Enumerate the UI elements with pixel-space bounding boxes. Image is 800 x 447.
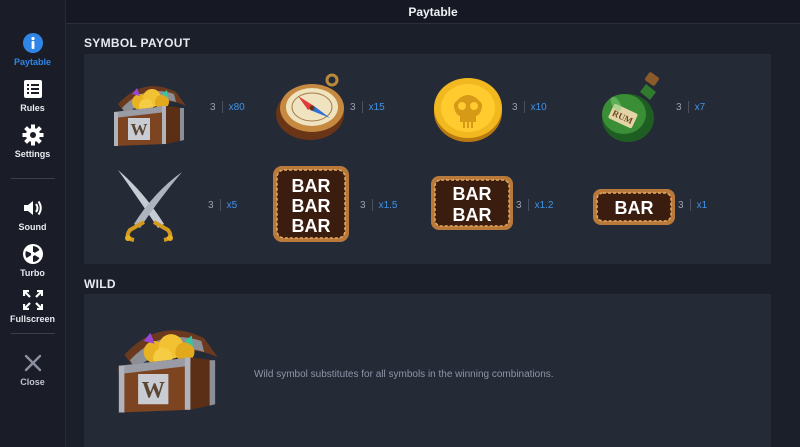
symbol-crossed-swords: 3 x5	[104, 162, 264, 252]
symbol-count: 3	[210, 101, 216, 113]
svg-text:W: W	[142, 377, 165, 403]
svg-text:BAR: BAR	[292, 216, 331, 236]
single-bar-icon: BAR	[592, 162, 682, 252]
sidebar-item-rules[interactable]: Rules	[0, 72, 66, 118]
rum-bottle-icon: RUM	[594, 64, 684, 154]
payout-multiplier: x7	[694, 101, 706, 113]
symbol-count: 3	[512, 101, 518, 113]
payout-value: 3 x15	[350, 101, 385, 113]
payout-multiplier: x10	[530, 101, 547, 113]
sidebar: Paytable Rules Settings Sound Turbo Full…	[0, 0, 66, 447]
sidebar-item-paytable[interactable]: Paytable	[0, 26, 66, 72]
payout-divider	[523, 101, 525, 113]
symbol-skull-coin: 3 x10	[430, 64, 590, 154]
payout-divider	[687, 101, 689, 113]
svg-text:BAR: BAR	[615, 198, 654, 218]
symbol-count: 3	[516, 199, 522, 211]
payout-value: 3 x10	[512, 101, 547, 113]
wild-description: Wild symbol substitutes for all symbols …	[254, 369, 554, 380]
list-icon	[22, 78, 44, 100]
double-bar-icon: BAR BAR	[430, 162, 520, 252]
skull-coin-icon	[430, 64, 520, 154]
sidebar-item-label: Close	[20, 376, 45, 387]
payout-divider	[361, 101, 363, 113]
sidebar-item-label: Rules	[20, 102, 45, 113]
payout-value: 3 x1.5	[360, 199, 397, 211]
symbol-compass: 3 x15	[268, 64, 428, 154]
payout-value: 3 x1.2	[516, 199, 553, 211]
symbol-triple-bar: BAR BAR BAR 3 x1.5	[268, 162, 428, 252]
payout-multiplier: x1	[696, 199, 708, 211]
sidebar-divider	[10, 333, 55, 334]
sidebar-item-label: Sound	[18, 221, 47, 232]
svg-text:BAR: BAR	[292, 176, 331, 196]
paytable-content[interactable]: SYMBOL PAYOUT W 3 x80 3 x15 3 x10 RUM 3 …	[66, 24, 800, 447]
section-heading-symbol-payout: SYMBOL PAYOUT	[84, 36, 191, 50]
symbol-count: 3	[208, 199, 214, 211]
svg-text:BAR: BAR	[453, 184, 492, 204]
sidebar-item-turbo[interactable]: Turbo	[0, 237, 66, 283]
fullscreen-icon	[22, 289, 44, 311]
sidebar-item-close[interactable]: Close	[0, 346, 66, 392]
payout-multiplier: x80	[228, 101, 245, 113]
svg-text:BAR: BAR	[453, 205, 492, 225]
wild-panel: W Wild symbol substitutes for all symbol…	[84, 294, 771, 447]
payout-multiplier: x5	[226, 199, 238, 211]
sidebar-item-fullscreen[interactable]: Fullscreen	[0, 283, 66, 329]
symbol-rum-bottle: RUM 3 x7	[594, 64, 754, 154]
treasure-chest-icon: W	[118, 330, 218, 413]
payout-value: 3 x1	[678, 199, 707, 211]
symbol-double-bar: BAR BAR 3 x1.2	[430, 162, 590, 252]
gear-icon	[22, 124, 44, 146]
payout-multiplier: x1.5	[378, 199, 398, 211]
payout-divider	[221, 101, 223, 113]
symbol-count: 3	[678, 199, 684, 211]
payout-multiplier: x15	[368, 101, 385, 113]
page-title: Paytable	[408, 4, 458, 19]
symbol-payout-panel: W 3 x80 3 x15 3 x10 RUM 3 x7 3 x5 BAR BA…	[84, 54, 771, 264]
sidebar-item-label: Paytable	[13, 56, 52, 67]
close-icon	[22, 352, 44, 374]
triple-bar-icon: BAR BAR BAR	[268, 162, 358, 252]
treasure-chest-icon: W	[104, 64, 194, 154]
payout-value: 3 x5	[208, 199, 237, 211]
payout-multiplier: x1.2	[534, 199, 554, 211]
payout-value: 3 x80	[210, 101, 245, 113]
sidebar-divider	[10, 178, 55, 179]
sidebar-item-sound[interactable]: Sound	[0, 191, 66, 237]
sidebar-item-settings[interactable]: Settings	[0, 118, 66, 164]
symbol-count: 3	[350, 101, 356, 113]
symbol-treasure-chest: W 3 x80	[104, 64, 264, 154]
section-heading-wild: WILD	[84, 277, 116, 291]
symbol-count: 3	[360, 199, 366, 211]
speaker-icon	[22, 197, 44, 219]
turbo-icon	[22, 243, 44, 265]
sidebar-item-label: Settings	[14, 148, 51, 159]
payout-divider	[527, 199, 529, 211]
symbol-single-bar: BAR 3 x1	[592, 162, 752, 252]
wild-symbol: W	[104, 308, 230, 418]
info-icon	[22, 32, 44, 54]
svg-text:BAR: BAR	[292, 196, 331, 216]
sidebar-item-label: Turbo	[20, 267, 45, 278]
payout-divider	[689, 199, 691, 211]
symbol-count: 3	[676, 101, 682, 113]
compass-icon	[268, 64, 358, 154]
payout-divider	[371, 199, 373, 211]
top-bar: Paytable	[66, 0, 800, 24]
crossed-swords-icon	[104, 162, 194, 252]
payout-value: 3 x7	[676, 101, 705, 113]
svg-text:W: W	[131, 120, 148, 139]
sidebar-item-label: Fullscreen	[9, 313, 56, 324]
payout-divider	[219, 199, 221, 211]
